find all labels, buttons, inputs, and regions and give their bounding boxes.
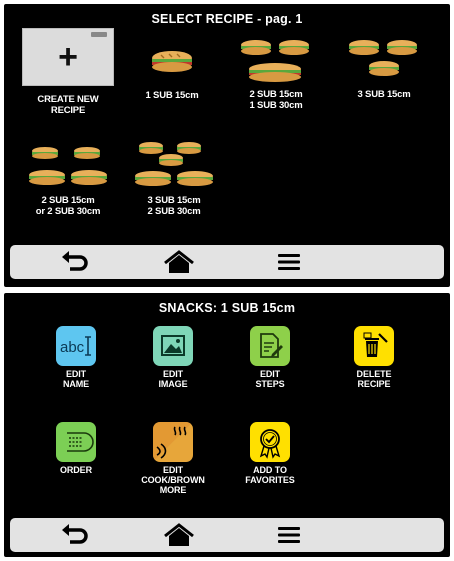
sandwich-icon (349, 40, 417, 76)
tile-label: or 2 SUB 30cm (35, 205, 101, 217)
list-order-icon (56, 422, 96, 462)
button-label: ADD TO (253, 465, 287, 475)
button-label: EDIT (65, 369, 87, 379)
button-label: MORE (159, 485, 187, 495)
button-label: DELETE (356, 369, 392, 379)
tile-label: RECIPE (50, 104, 86, 116)
tile-label: 3 SUB 15cm (357, 89, 411, 100)
button-label: ORDER (59, 465, 92, 475)
edit-steps-button[interactable]: EDIT STEPS (220, 326, 320, 389)
trash-icon (354, 326, 394, 366)
recipe-select-screen: SELECT RECIPE - pag. 1 + CREATE NEW RECI… (4, 4, 450, 287)
home-icon[interactable] (162, 249, 196, 275)
recipe-tile-2-sub[interactable]: 2 SUB 15cm 1 SUB 30cm (226, 36, 326, 111)
tile-label: 3 SUB 15cm (147, 195, 201, 206)
image-icon (153, 326, 193, 366)
edit-cook-brown-button[interactable]: EDIT COOK/BROWN MORE (123, 422, 223, 495)
order-button[interactable]: ORDER (26, 422, 126, 475)
svg-text:abc: abc (60, 339, 85, 356)
page-title: SNACKS: 1 SUB 15cm (158, 301, 296, 315)
recipe-tile-3-sub-30[interactable]: 3 SUB 15cm 2 SUB 30cm (124, 138, 224, 217)
tile-label: 2 SUB 15cm (249, 89, 303, 100)
button-label: FAVORITES (245, 475, 295, 485)
sandwich-icon (152, 51, 192, 72)
tile-label: 2 SUB 30cm (147, 205, 201, 217)
bottom-nav-bar (10, 518, 444, 552)
button-label: IMAGE (158, 379, 188, 389)
button-label: NAME (62, 379, 90, 389)
delete-recipe-button[interactable]: DELETE RECIPE (324, 326, 424, 389)
create-new-recipe-tile[interactable]: + CREATE NEW RECIPE (18, 28, 118, 116)
home-icon[interactable] (162, 522, 196, 548)
page-title: SELECT RECIPE - pag. 1 (151, 12, 303, 26)
edit-name-button[interactable]: abc EDIT NAME (26, 326, 126, 389)
button-label: EDIT (162, 465, 184, 475)
award-ribbon-icon (250, 422, 290, 462)
recipe-tile-2-sub-30[interactable]: 2 SUB 15cm or 2 SUB 30cm (18, 142, 118, 217)
sandwich-icon (241, 40, 309, 82)
button-label: RECIPE (357, 379, 391, 389)
edit-document-icon (250, 326, 290, 366)
back-arrow-icon[interactable] (58, 522, 92, 548)
sandwich-icon (135, 142, 213, 186)
bottom-nav-bar (10, 245, 444, 279)
recipe-tile-1-sub[interactable]: 1 SUB 15cm (122, 48, 222, 102)
back-arrow-icon[interactable] (58, 249, 92, 275)
menu-icon[interactable] (272, 522, 306, 548)
cook-brown-icon (153, 422, 193, 462)
recipe-options-screen: SNACKS: 1 SUB 15cm abc EDIT NAME EDIT IM… (4, 293, 450, 557)
text-cursor-icon: abc (56, 326, 96, 366)
edit-image-button[interactable]: EDIT IMAGE (123, 326, 223, 389)
tile-label: 1 SUB 15cm (145, 90, 199, 101)
button-label: COOK/BROWN (141, 475, 205, 485)
add-to-favorites-button[interactable]: ADD TO FAVORITES (220, 422, 320, 485)
button-label: EDIT (162, 369, 184, 379)
button-label: EDIT (259, 369, 281, 379)
menu-icon[interactable] (272, 249, 306, 275)
recipe-tile-3-sub[interactable]: 3 SUB 15cm (334, 36, 434, 101)
button-label: STEPS (255, 379, 285, 389)
tile-label: 1 SUB 30cm (249, 99, 303, 111)
add-recipe-icon: + (22, 28, 114, 86)
sandwich-icon (29, 147, 107, 185)
tile-label: CREATE NEW (37, 94, 99, 105)
tile-label: 2 SUB 15cm (41, 195, 95, 206)
